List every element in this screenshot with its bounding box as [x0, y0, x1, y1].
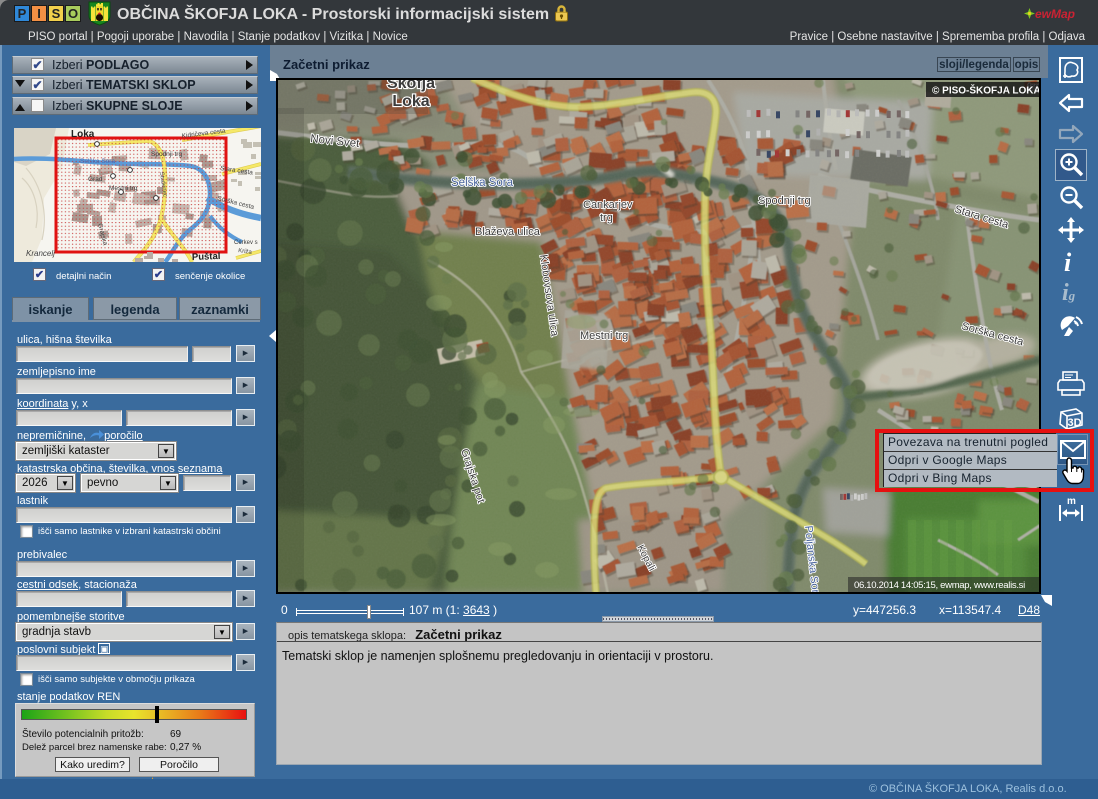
- svg-text:Spodnji trg: Spodnji trg: [758, 195, 811, 207]
- svg-text:Grad: Grad: [88, 176, 103, 183]
- svg-text:trg: trg: [600, 212, 613, 224]
- svg-text:Cerkev s: Cerkev s: [234, 240, 258, 246]
- svg-text:Selška Sora: Selška Sora: [80, 158, 115, 165]
- svg-text:Krancelj: Krancelj: [26, 249, 55, 258]
- svg-text:Mestni trg: Mestni trg: [580, 330, 628, 342]
- svg-text:Loka: Loka: [392, 93, 429, 110]
- svg-text:Selška Sora: Selška Sora: [451, 177, 514, 189]
- svg-text:Spodnji trg: Spodnji trg: [151, 151, 182, 158]
- svg-text:06.10.2014 14:05:15, ewmap, ww: 06.10.2014 14:05:15, ewmap, www.realis.s…: [854, 580, 1025, 591]
- svg-text:© PISO-ŠKOFJA LOKA: © PISO-ŠKOFJA LOKA: [932, 84, 1039, 97]
- svg-text:3D: 3D: [1068, 417, 1082, 429]
- svg-text:Cankarjev: Cankarjev: [583, 199, 633, 211]
- svg-text:Puštal: Puštal: [192, 251, 221, 262]
- svg-text:Blaževa ulica: Blaževa ulica: [475, 226, 541, 238]
- svg-text:m: m: [1067, 496, 1076, 507]
- svg-text:Loka: Loka: [71, 129, 95, 140]
- svg-text:Škofja: Škofja: [387, 80, 435, 92]
